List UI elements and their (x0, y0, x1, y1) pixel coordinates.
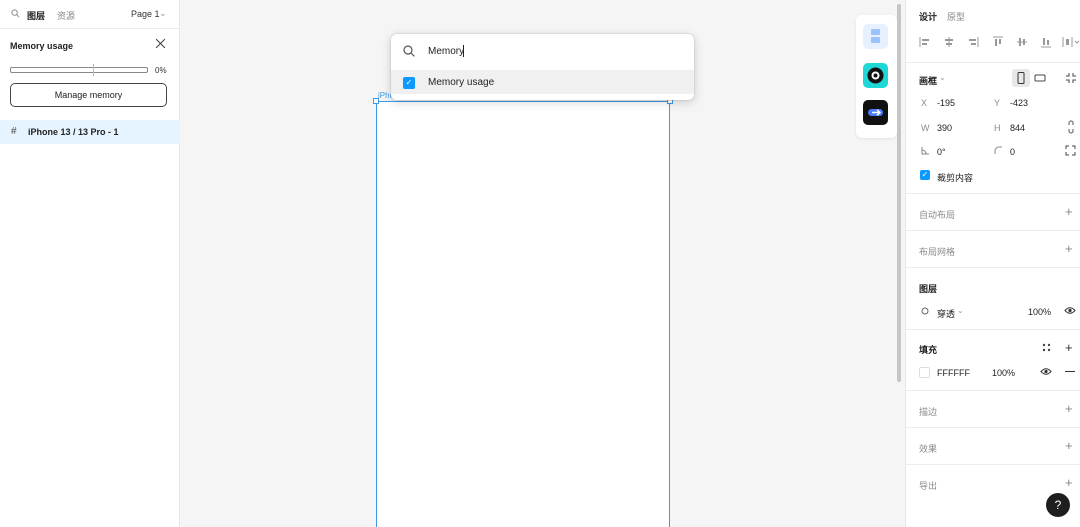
auto-layout-label: 自动布局 (919, 210, 956, 220)
clip-content-checkbox[interactable]: ✓ (920, 170, 930, 180)
plugin-eye-icon[interactable] (863, 63, 888, 88)
add-stroke-icon[interactable]: + (1065, 402, 1073, 415)
resize-handle-top-left[interactable] (373, 98, 379, 104)
fill-color-swatch[interactable] (919, 367, 930, 378)
layout-grid-label: 布局网格 (919, 247, 956, 257)
w-input[interactable]: 390 (937, 123, 952, 133)
divider (906, 427, 1080, 428)
tab-prototype[interactable]: 原型 (947, 10, 965, 23)
page-selector[interactable]: Page 1 (131, 9, 160, 19)
layers-panel: 图层 资源 Page 1 ⌄ Memory usage 0% Manage me… (0, 0, 180, 527)
align-center-v-icon[interactable] (1016, 36, 1028, 48)
corner-radius-input[interactable]: 0 (1010, 147, 1015, 157)
left-panel-header: 图层 资源 Page 1 ⌄ (0, 0, 180, 29)
align-top-icon[interactable] (992, 36, 1004, 48)
rotation-input[interactable]: 0° (937, 147, 946, 157)
eye-icon[interactable] (1040, 367, 1052, 376)
plugin-layout-icon[interactable] (863, 24, 888, 49)
remove-fill-icon[interactable] (1065, 370, 1075, 373)
divider (906, 193, 1080, 194)
blend-mode-icon (921, 307, 929, 315)
divider (906, 329, 1080, 330)
h-input[interactable]: 844 (1010, 123, 1025, 133)
memory-usage-title: Memory usage (10, 41, 74, 51)
style-grid-icon[interactable] (1042, 343, 1051, 352)
iphone-frame[interactable] (376, 101, 670, 527)
blend-mode-select[interactable]: 穿透 (937, 307, 955, 320)
x-input[interactable]: -195 (937, 98, 955, 108)
add-fill-icon[interactable]: + (1065, 341, 1073, 354)
y-input[interactable]: -423 (1010, 98, 1028, 108)
search-icon[interactable] (11, 9, 20, 21)
chevron-down-icon[interactable]: ⌄ (159, 8, 167, 19)
layer-section-title: 图层 (919, 284, 938, 294)
clip-content-label: 裁剪内容 (937, 173, 974, 183)
chevron-down-icon[interactable]: ⌄ (939, 73, 946, 82)
add-effect-icon[interactable]: + (1065, 439, 1073, 452)
memory-threshold-marker (93, 64, 94, 76)
quick-actions-search-input[interactable]: Memory (428, 46, 464, 57)
export-label: 导出 (919, 481, 938, 491)
w-label: W (921, 123, 930, 133)
rotation-icon (921, 147, 929, 155)
corner-radius-icon (994, 146, 1002, 154)
add-auto-layout-icon[interactable]: + (1065, 205, 1073, 218)
tab-assets[interactable]: 资源 (57, 9, 75, 22)
align-right-icon[interactable] (967, 36, 979, 48)
h-label: H (994, 123, 1001, 133)
layer-opacity-input[interactable]: 100% (1028, 307, 1051, 317)
memory-progress-bar (10, 64, 148, 76)
plugin-dock (856, 15, 897, 138)
align-left-icon[interactable] (919, 36, 931, 48)
fill-section-title: 填充 (919, 345, 938, 355)
divider (906, 390, 1080, 391)
search-icon (403, 45, 415, 59)
effects-label: 效果 (919, 444, 938, 454)
layer-name: iPhone 13 / 13 Pro - 1 (28, 127, 119, 137)
frame-icon: # (11, 126, 17, 137)
add-export-icon[interactable]: + (1065, 476, 1073, 489)
y-label: Y (994, 98, 1001, 108)
divider (906, 230, 1080, 231)
tab-design[interactable]: 设计 (919, 10, 937, 23)
landscape-orientation-icon[interactable] (1034, 72, 1046, 84)
divider (906, 62, 1080, 63)
layer-row[interactable]: # iPhone 13 / 13 Pro - 1 (0, 120, 180, 144)
distribute-icon[interactable] (1062, 36, 1080, 48)
resize-to-fit-icon[interactable] (1065, 72, 1077, 84)
checkbox-icon: ✓ (403, 77, 415, 89)
memory-percent: 0% (155, 66, 167, 75)
constrain-proportions-icon[interactable] (1067, 120, 1075, 134)
quick-action-result[interactable]: ✓ Memory usage (391, 70, 694, 94)
x-label: X (921, 98, 928, 108)
manage-memory-button[interactable]: Manage memory (10, 83, 167, 107)
fill-hex-input[interactable]: FFFFFF (937, 368, 970, 378)
stroke-label: 描边 (919, 407, 938, 417)
design-panel: 设计 原型 画框 ⌄ X -195 Y -423 W 390 H 844 0° … (905, 0, 1080, 527)
add-layout-grid-icon[interactable]: + (1065, 242, 1073, 255)
plugin-arrow-icon[interactable] (863, 100, 888, 125)
quick-actions-popup: Memory ✓ Memory usage (391, 34, 694, 100)
align-center-h-icon[interactable] (943, 36, 955, 48)
canvas-scrollbar[interactable] (897, 4, 901, 382)
fill-opacity-input[interactable]: 100% (992, 368, 1015, 378)
alignment-toolbar (919, 36, 1080, 48)
help-button[interactable]: ? (1046, 493, 1070, 517)
eye-icon[interactable] (1064, 306, 1076, 315)
frame-section-label[interactable]: 画框 (919, 74, 937, 87)
chevron-down-icon[interactable]: ⌄ (957, 306, 964, 315)
divider (906, 267, 1080, 268)
result-label: Memory usage (428, 77, 495, 88)
align-bottom-icon[interactable] (1040, 36, 1052, 48)
portrait-orientation-button[interactable] (1012, 69, 1030, 87)
divider (906, 464, 1080, 465)
text-cursor (463, 45, 464, 57)
close-icon[interactable] (155, 38, 166, 51)
independent-corners-icon[interactable] (1065, 145, 1076, 156)
tab-layers[interactable]: 图层 (27, 9, 45, 22)
